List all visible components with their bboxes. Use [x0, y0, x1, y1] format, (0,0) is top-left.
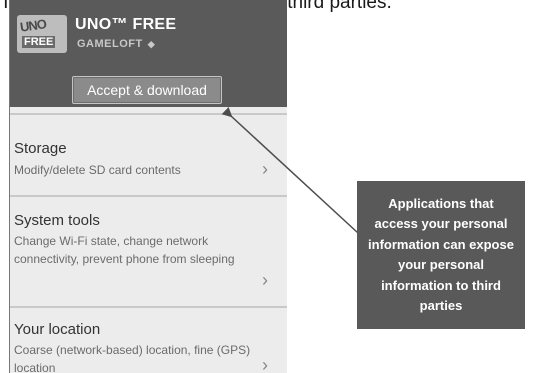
callout-box: Applications that access your personal i… — [357, 181, 525, 329]
diamond-icon: ◆ — [147, 39, 156, 49]
permission-desc: Change Wi-Fi state, change network conne… — [14, 234, 235, 266]
chevron-right-icon: › — [262, 270, 268, 290]
app-header: UNO FREE UNO™ FREE GAMELOFT ◆ Accept & do… — [10, 0, 287, 107]
divider — [10, 113, 287, 115]
permission-desc: Coarse (network-based) location, fine (G… — [14, 343, 251, 373]
accept-download-button[interactable]: Accept & download — [72, 76, 222, 104]
permission-title: System tools — [14, 212, 100, 229]
publisher-link[interactable]: GAMELOFT ◆ — [77, 38, 155, 50]
permission-title: Your location — [14, 321, 101, 338]
logo-text-bottom: FREE — [22, 36, 56, 48]
callout-text: Applications that access your personal i… — [368, 195, 514, 314]
logo-text-top: UNO — [19, 16, 47, 35]
publisher-name: GAMELOFT — [77, 38, 143, 50]
app-logo: UNO FREE — [17, 15, 67, 53]
divider — [10, 306, 287, 308]
app-title: UNO™ FREE — [75, 16, 177, 33]
phone-screen: UNO FREE UNO™ FREE GAMELOFT ◆ Accept & do… — [9, 0, 287, 373]
permission-desc: Modify/delete SD card contents — [14, 163, 181, 177]
chevron-right-icon: › — [262, 159, 268, 179]
chevron-right-icon: › — [262, 355, 268, 373]
divider — [10, 195, 287, 197]
permission-title: Storage — [14, 140, 67, 157]
